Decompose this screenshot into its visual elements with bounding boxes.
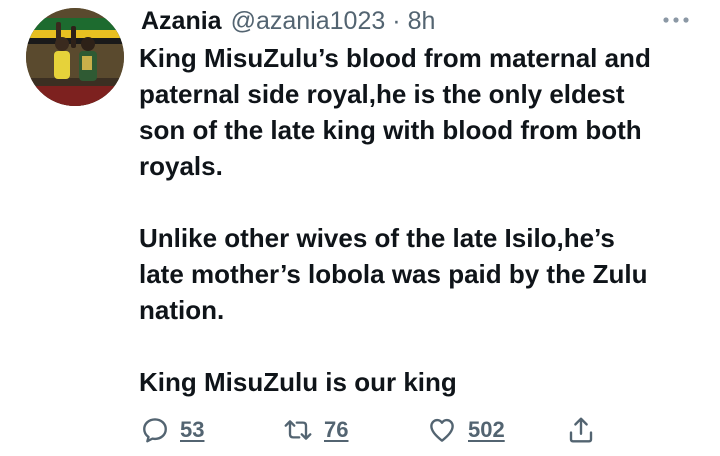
tweet-actions: 53 76 502 <box>0 410 720 450</box>
display-name[interactable]: Azania <box>141 4 222 38</box>
reply-button[interactable]: 53 <box>140 410 204 450</box>
tweet: Azania @azania1023 · 8h King MisuZulu’s … <box>0 0 720 456</box>
more-options-button[interactable] <box>662 12 690 28</box>
user-handle[interactable]: @azania1023 <box>231 4 386 38</box>
like-count: 502 <box>468 417 505 442</box>
retweet-button[interactable]: 76 <box>282 410 348 450</box>
retweet-icon <box>284 420 312 440</box>
share-button[interactable] <box>566 410 596 450</box>
like-button[interactable]: 502 <box>426 410 505 450</box>
avatar-image <box>26 8 124 106</box>
heart-icon <box>430 418 454 442</box>
tweet-header: Azania @azania1023 · 8h <box>141 4 435 38</box>
tweet-paragraph: King MisuZulu is our king <box>139 367 457 397</box>
retweet-count: 76 <box>324 417 349 442</box>
tweet-paragraph: Unlike other wives of the late Isilo,he’… <box>139 223 648 325</box>
reply-icon <box>143 418 167 443</box>
timestamp[interactable]: 8h <box>408 4 436 38</box>
tweet-text: King MisuZulu’s blood from maternal and … <box>139 40 699 400</box>
more-horizontal-icon <box>663 17 689 23</box>
avatar[interactable] <box>26 8 124 106</box>
separator-dot: · <box>392 7 401 35</box>
reply-count: 53 <box>180 417 205 442</box>
tweet-paragraph: King MisuZulu’s blood from maternal and … <box>139 43 651 181</box>
share-icon <box>569 417 593 443</box>
